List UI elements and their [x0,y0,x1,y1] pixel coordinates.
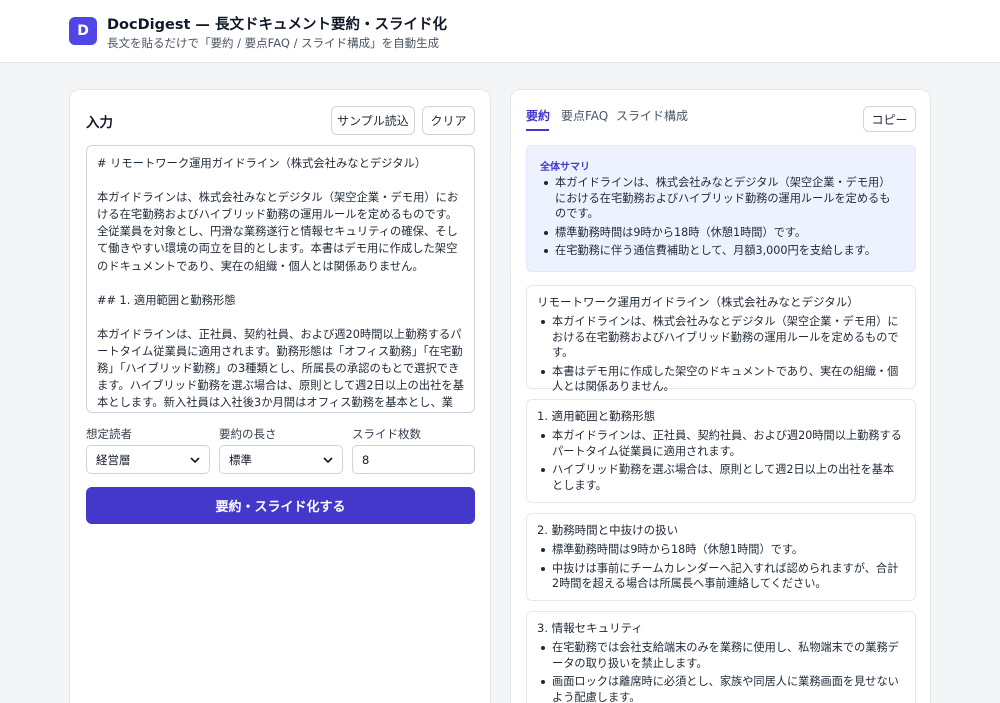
list-item: 在宅勤務では会社支給端末のみを業務に使用し、私物端末での業務データの取り扱いを禁… [538,640,904,671]
list-item: 本ガイドラインは、株式会社みなとデジタル（架空企業・デモ用）における在宅勤務およ… [541,175,901,222]
slide-count-input[interactable]: 8 [352,445,475,474]
output-panel: 要約 要点FAQ スライド構成 コピー 全体サマリ 本ガイドラインは、株式会社み… [510,89,931,703]
section-card: 3. 情報セキュリティ 在宅勤務では会社支給端末のみを業務に使用し、私物端末での… [526,611,916,703]
chevron-down-icon [323,457,333,464]
section-list: 標準勤務時間は9時から18時（休憩1時間）です。 中抜けは事前にチームカレンダー… [538,542,904,595]
app-logo: D [69,17,97,45]
tab-faq[interactable]: 要点FAQ [561,107,608,124]
list-item: 中抜けは事前にチームカレンダーへ記入すれば認められますが、合計2時間を超える場合… [538,561,904,592]
list-item: 在宅勤務に伴う通信費補助として、月額3,000円を支給します。 [541,243,901,259]
tab-summary[interactable]: 要約 [526,107,550,124]
section-title: 1. 適用範囲と勤務形態 [537,409,656,423]
summarize-button[interactable]: 要約・スライド化する [86,487,475,524]
list-item: 標準勤務時間は9時から18時（休憩1時間）です。 [541,225,901,241]
list-item: 本書はデモ用に作成した架空のドキュメントであり、実在の組織・個人とは関係ありませ… [538,364,904,395]
list-item: 標準勤務時間は9時から18時（休憩1時間）です。 [538,542,904,558]
app-header: D DocDigest — 長文ドキュメント要約・スライド化 長文を貼るだけで「… [0,0,1000,63]
audience-value: 経営層 [96,452,131,467]
section-title: 2. 勤務時間と中抜けの扱い [537,523,679,537]
section-title: 3. 情報セキュリティ [537,621,643,635]
list-item: 画面ロックは離席時に必須とし、家族や同居人に業務画面を見せないよう配慮します。 [538,674,904,703]
tab-slides[interactable]: スライド構成 [616,107,688,124]
section-title: リモートワーク運用ガイドライン（株式会社みなとデジタル） [537,295,859,309]
app-title: DocDigest — 長文ドキュメント要約・スライド化 [107,17,447,33]
list-item: 本ガイドラインは、正社員、契約社員、および週20時間以上勤務するパートタイム従業… [538,428,904,459]
section-list: 本ガイドラインは、正社員、契約社員、および週20時間以上勤務するパートタイム従業… [538,428,904,496]
summary-length-select[interactable]: 標準 [219,445,343,474]
slide-count-label: スライド枚数 [352,427,421,441]
section-card: 2. 勤務時間と中抜けの扱い 標準勤務時間は9時から18時（休憩1時間）です。 … [526,513,916,601]
summary-list: 本ガイドラインは、株式会社みなとデジタル（架空企業・デモ用）における在宅勤務およ… [541,175,901,262]
summary-label: 全体サマリ [540,162,590,173]
copy-button[interactable]: コピー [863,106,916,132]
audience-label: 想定読者 [86,427,132,441]
list-item: ハイブリッド勤務を選ぶ場合は、原則として週2日以上の出社を基本とします。 [538,462,904,493]
section-list: 本ガイドラインは、株式会社みなとデジタル（架空企業・デモ用）における在宅勤務およ… [538,314,904,398]
audience-select[interactable]: 経営層 [86,445,210,474]
slide-count-value: 8 [362,452,370,467]
app-subtitle: 長文を貼るだけで「要約 / 要点FAQ / スライド構成」を自動生成 [107,36,440,50]
input-panel: 入力 サンプル読込 クリア # リモートワーク運用ガイドライン（株式会社みなとデ… [69,89,491,703]
document-textarea[interactable]: # リモートワーク運用ガイドライン（株式会社みなとデジタル） 本ガイドラインは、… [86,145,475,413]
section-card: 1. 適用範囲と勤務形態 本ガイドラインは、正社員、契約社員、および週20時間以… [526,399,916,503]
input-heading: 入力 [86,115,113,131]
chevron-down-icon [190,457,200,464]
overall-summary-box: 全体サマリ 本ガイドラインは、株式会社みなとデジタル（架空企業・デモ用）における… [526,145,916,272]
section-list: 在宅勤務では会社支給端末のみを業務に使用し、私物端末での業務データの取り扱いを禁… [538,640,904,703]
active-tab-indicator [526,129,549,131]
list-item: 本ガイドラインは、株式会社みなとデジタル（架空企業・デモ用）における在宅勤務およ… [538,314,904,361]
clear-button[interactable]: クリア [422,106,475,135]
summary-length-value: 標準 [229,452,252,467]
section-card: リモートワーク運用ガイドライン（株式会社みなとデジタル） 本ガイドラインは、株式… [526,285,916,393]
load-sample-button[interactable]: サンプル読込 [331,106,415,135]
summary-length-label: 要約の長さ [219,427,277,441]
